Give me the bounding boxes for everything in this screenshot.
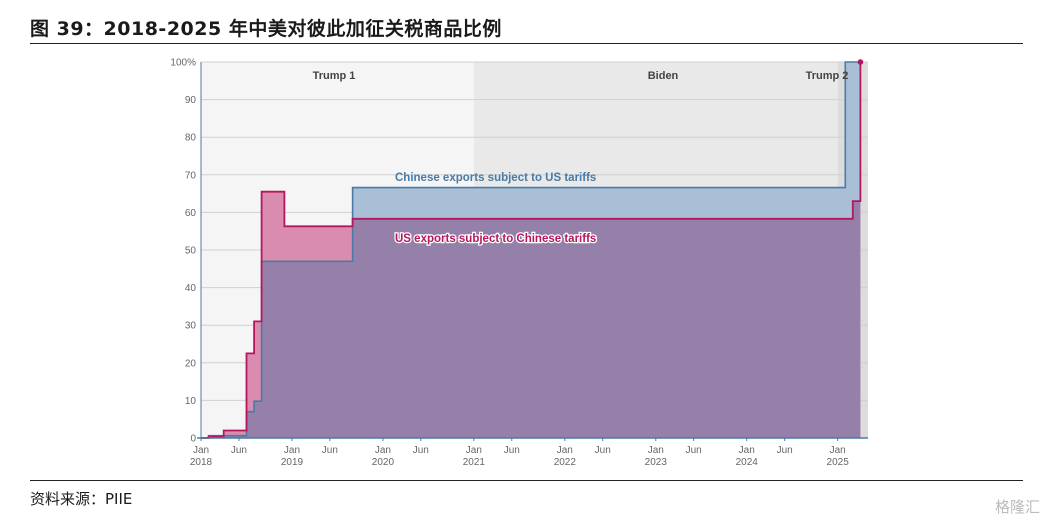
y-tick-label: 50 [185, 246, 197, 257]
x-tick-label: Jun [686, 445, 702, 456]
x-tick-label: Jan [466, 445, 482, 456]
x-tick-label: 2025 [827, 457, 850, 468]
x-tick-label: Jun [413, 445, 429, 456]
x-tick-label: 2023 [645, 457, 668, 468]
x-tick-label: Jan [557, 445, 573, 456]
x-tick-label: Jun [595, 445, 611, 456]
era-label: Biden [648, 70, 679, 82]
x-tick-label: Jan [648, 445, 664, 456]
series-label-chinese-exports: Chinese exports subject to US tariffs [395, 172, 596, 184]
x-tick-label: Jan [830, 445, 846, 456]
x-tick-label: Jan [739, 445, 755, 456]
bottom-rule [30, 480, 1023, 481]
x-tick-label: Jun [231, 445, 247, 456]
watermark-logo: 格隆汇 [994, 498, 1040, 516]
x-tick-label: 2024 [736, 457, 759, 468]
y-tick-label: 10 [185, 396, 197, 407]
end-marker [857, 59, 864, 65]
x-tick-label: Jun [322, 445, 338, 456]
era-label: Trump 1 [313, 70, 356, 82]
x-tick-label: Jan [193, 445, 209, 456]
y-tick-label: 100% [170, 58, 196, 69]
y-tick-label: 30 [185, 321, 197, 332]
y-tick-label: 60 [185, 208, 197, 219]
x-tick-label: 2021 [463, 457, 486, 468]
y-tick-label: 80 [185, 133, 197, 144]
tariff-share-chart: 0102030405060708090100%Jan2018Jun Jan2019… [170, 58, 868, 468]
y-tick-label: 40 [185, 283, 197, 294]
x-tick-label: 2020 [372, 457, 395, 468]
y-tick-label: 20 [185, 358, 197, 369]
era-label: Trump 2 [806, 70, 849, 82]
x-tick-label: Jun [504, 445, 520, 456]
y-tick-label: 0 [190, 434, 196, 445]
y-tick-label: 90 [185, 95, 197, 106]
x-tick-label: 2018 [190, 457, 213, 468]
x-tick-label: Jan [375, 445, 391, 456]
x-tick-label: 2022 [554, 457, 577, 468]
y-tick-label: 70 [185, 170, 197, 181]
x-tick-label: Jan [284, 445, 300, 456]
x-tick-label: 2019 [281, 457, 304, 468]
series-label-us-exports: US exports subject to Chinese tariffs [395, 233, 596, 245]
x-tick-label: Jun [777, 445, 793, 456]
source-note: 资料来源：PIIE [30, 490, 133, 508]
